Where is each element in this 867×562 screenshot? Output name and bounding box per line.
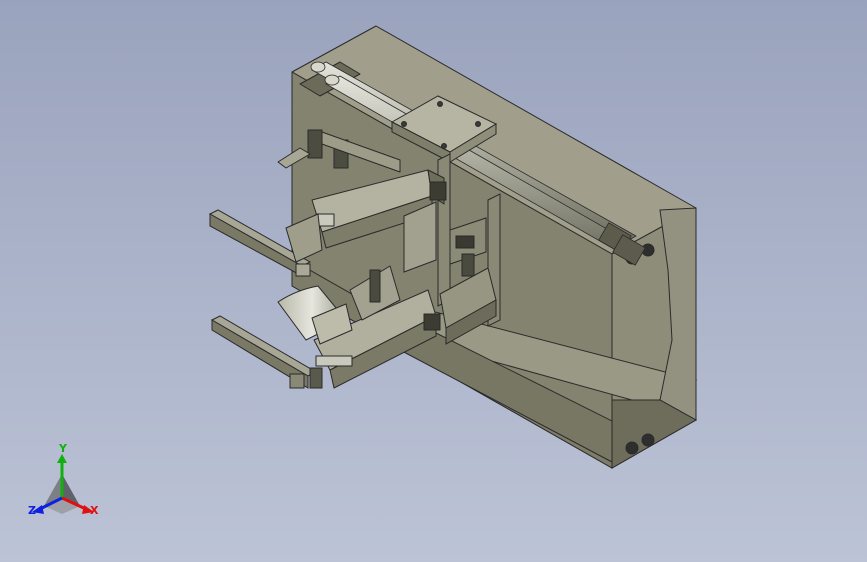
triad-z-label: Z bbox=[28, 504, 36, 517]
triad-y-label: Y bbox=[59, 442, 67, 455]
triad-x-label: X bbox=[90, 504, 99, 517]
graphics-viewport[interactable]: Y X Z bbox=[0, 0, 867, 562]
cad-model-view[interactable] bbox=[0, 0, 867, 562]
upper-feed-rail bbox=[208, 209, 323, 277]
view-orientation-triad[interactable]: Y X Z bbox=[22, 442, 108, 524]
